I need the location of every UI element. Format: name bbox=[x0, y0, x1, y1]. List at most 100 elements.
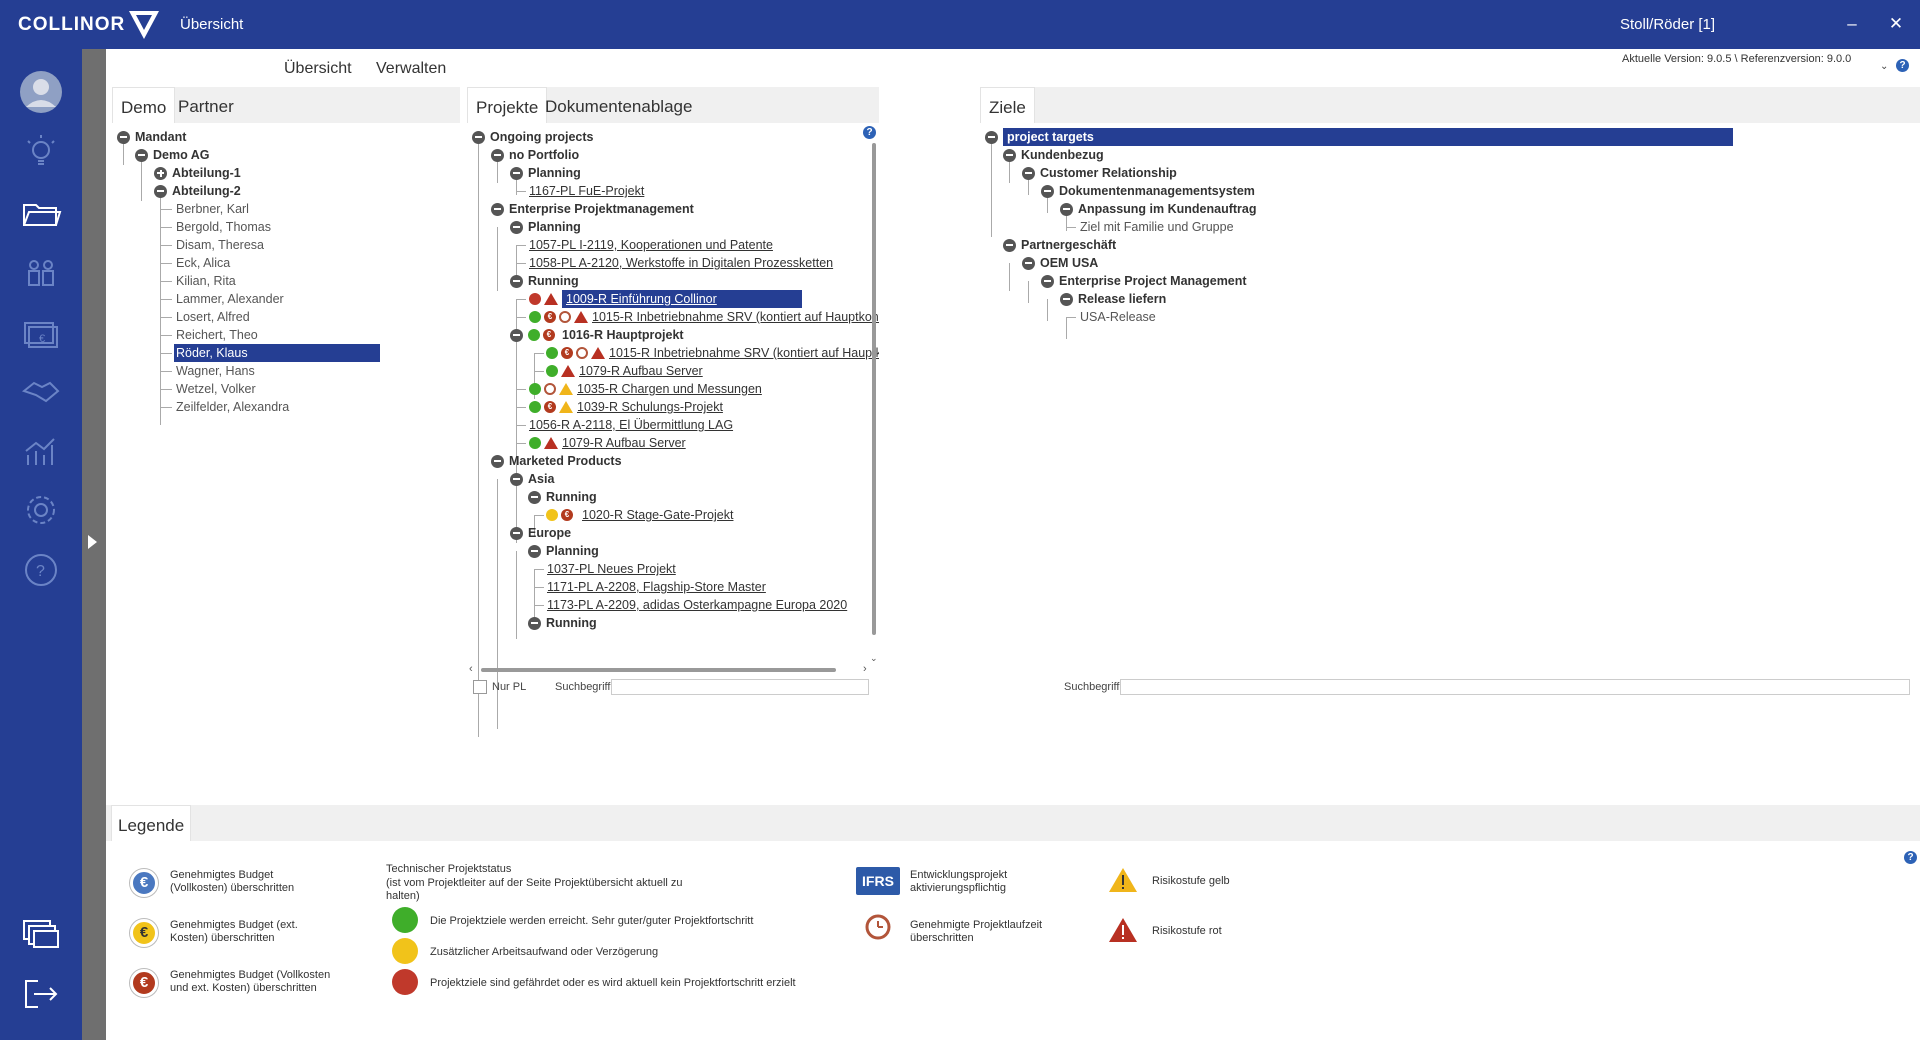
tree-node[interactable]: Abteilung-2 bbox=[154, 182, 241, 200]
project-row[interactable]: 1009-R Einführung Collinor bbox=[529, 290, 802, 308]
list-item[interactable]: Losert, Alfred bbox=[176, 308, 250, 326]
windows-icon[interactable] bbox=[20, 913, 62, 955]
tree-node[interactable]: €1016-R Hauptprojekt bbox=[510, 326, 684, 344]
chevron-down-icon[interactable]: ⌄ bbox=[1880, 61, 1888, 72]
tab-legende[interactable]: Legende bbox=[111, 805, 192, 841]
euro-yellow-icon: € bbox=[130, 919, 158, 947]
list-item[interactable]: Disam, Theresa bbox=[176, 236, 264, 254]
help-icon[interactable]: ? bbox=[20, 549, 62, 591]
project-row[interactable]: €1015-R Inbetriebnahme SRV (kontiert auf… bbox=[529, 308, 879, 326]
minimize-button[interactable]: – bbox=[1840, 12, 1864, 36]
status-green-dot bbox=[392, 907, 418, 933]
user-label[interactable]: Stoll/Röder [1] bbox=[1620, 16, 1715, 33]
list-item[interactable]: Berbner, Karl bbox=[176, 200, 249, 218]
folder-icon[interactable] bbox=[20, 193, 62, 235]
tree-node[interactable]: Asia bbox=[510, 470, 554, 488]
people-icon[interactable] bbox=[20, 253, 62, 295]
tab-projekte[interactable]: Projekte bbox=[467, 87, 548, 123]
project-link[interactable]: 1037-PL Neues Projekt bbox=[547, 560, 676, 578]
legend-text: Genehmigtes Budget (Vollkosten und ext. … bbox=[170, 969, 331, 994]
logout-icon[interactable] bbox=[20, 973, 62, 1015]
tree-node[interactable]: Customer Relationship bbox=[1022, 164, 1177, 182]
scroll-right-icon[interactable]: › bbox=[863, 663, 867, 675]
tree-node[interactable]: no Portfolio bbox=[491, 146, 579, 164]
tree-node[interactable]: Planning bbox=[510, 164, 581, 182]
menu-manage[interactable]: Verwalten bbox=[376, 60, 446, 78]
scroll-left-icon[interactable]: ‹ bbox=[469, 663, 473, 675]
tree-node[interactable]: Marketed Products bbox=[491, 452, 622, 470]
search-input[interactable] bbox=[611, 679, 869, 695]
tree-node[interactable]: Enterprise Projektmanagement bbox=[491, 200, 694, 218]
list-item[interactable]: Reichert, Theo bbox=[176, 326, 258, 344]
handshake-icon[interactable] bbox=[20, 371, 62, 413]
tree-node[interactable]: Kundenbezug bbox=[1003, 146, 1104, 164]
list-item[interactable]: USA-Release bbox=[1080, 308, 1156, 326]
tree-node[interactable]: Anpassung im Kundenauftrag bbox=[1060, 200, 1256, 218]
tree-node[interactable]: Partnergeschäft bbox=[1003, 236, 1116, 254]
tree-node[interactable]: Planning bbox=[528, 542, 599, 560]
project-row[interactable]: 1079-R Aufbau Server bbox=[529, 434, 686, 452]
vertical-scrollbar[interactable] bbox=[872, 143, 876, 635]
tree-node[interactable]: project targets bbox=[985, 128, 1733, 146]
list-item[interactable]: Zeilfelder, Alexandra bbox=[176, 398, 289, 416]
sidebar-collapse-strip[interactable] bbox=[82, 49, 106, 1040]
collinor-logo[interactable]: COLLINOR bbox=[18, 9, 161, 41]
project-link[interactable]: 1057-PL I-2119, Kooperationen und Patent… bbox=[529, 236, 773, 254]
project-link[interactable]: 1171-PL A-2208, Flagship-Store Master bbox=[547, 578, 766, 596]
project-row[interactable]: €1039-R Schulungs-Projekt bbox=[529, 398, 723, 416]
only-pl-checkbox[interactable] bbox=[473, 680, 487, 694]
project-link[interactable]: 1056-R A-2118, El Übermittlung LAG bbox=[529, 416, 733, 434]
help-icon[interactable]: ? bbox=[1904, 851, 1917, 864]
project-row[interactable]: €1015-R Inbetriebnahme SRV (kontiert auf… bbox=[546, 344, 879, 362]
tab-demo[interactable]: Demo bbox=[112, 87, 176, 123]
tree-node[interactable]: Running bbox=[528, 488, 597, 506]
tree-node[interactable]: Running bbox=[528, 614, 597, 632]
project-row[interactable]: 1079-R Aufbau Server bbox=[546, 362, 703, 380]
tree-node[interactable]: Release liefern bbox=[1060, 290, 1166, 308]
list-item[interactable]: Kilian, Rita bbox=[176, 272, 236, 290]
scroll-down-icon[interactable]: ⌄ bbox=[870, 653, 878, 664]
list-item[interactable]: Wetzel, Volker bbox=[176, 380, 256, 398]
project-link[interactable]: 1058-PL A-2120, Werkstoffe in Digitalen … bbox=[529, 254, 833, 272]
project-row[interactable]: €1020-R Stage-Gate-Projekt bbox=[546, 506, 733, 524]
tree-node[interactable]: Running bbox=[510, 272, 579, 290]
list-item-selected[interactable]: Röder, Klaus bbox=[174, 344, 380, 362]
legend-text: Genehmigte Projektlaufzeit überschritten bbox=[910, 919, 1043, 944]
project-row[interactable]: 1035-R Chargen und Messungen bbox=[529, 380, 762, 398]
risk-yellow-icon bbox=[1108, 867, 1138, 898]
tree-node[interactable]: Ongoing projects bbox=[472, 128, 593, 146]
help-icon[interactable]: ? bbox=[1896, 59, 1909, 72]
expand-arrow-icon[interactable] bbox=[88, 535, 97, 549]
gear-icon[interactable] bbox=[20, 489, 62, 531]
tree-node[interactable]: Abteilung-1 bbox=[154, 164, 241, 182]
tree-node[interactable]: Enterprise Project Management bbox=[1041, 272, 1247, 290]
list-item[interactable]: Bergold, Thomas bbox=[176, 218, 271, 236]
avatar[interactable] bbox=[20, 71, 62, 113]
targets-tree: project targets Kundenbezug Customer Rel… bbox=[980, 123, 1920, 797]
tree-node[interactable]: Mandant bbox=[117, 128, 186, 146]
lightbulb-icon[interactable] bbox=[20, 131, 62, 173]
tree-node[interactable]: Planning bbox=[510, 218, 581, 236]
tree-node[interactable]: Demo AG bbox=[135, 146, 210, 164]
list-item[interactable]: Lammer, Alexander bbox=[176, 290, 284, 308]
project-link[interactable]: 1173-PL A-2209, adidas Osterkampagne Eur… bbox=[547, 596, 847, 614]
list-item[interactable]: Eck, Alica bbox=[176, 254, 230, 272]
tree-node[interactable]: Dokumentenmanagementsystem bbox=[1041, 182, 1255, 200]
tab-dokumentenablage[interactable]: Dokumentenablage bbox=[537, 87, 700, 123]
tab-ziele[interactable]: Ziele bbox=[980, 87, 1035, 123]
list-item[interactable]: Wagner, Hans bbox=[176, 362, 255, 380]
horizontal-scrollbar[interactable] bbox=[481, 668, 836, 672]
money-icon[interactable]: € bbox=[20, 313, 62, 355]
tree-node[interactable]: OEM USA bbox=[1022, 254, 1098, 272]
help-icon[interactable]: ? bbox=[863, 126, 876, 139]
legend-text: Genehmigtes Budget (Vollkosten) überschr… bbox=[170, 869, 295, 894]
search-input[interactable] bbox=[1120, 679, 1910, 695]
chart-icon[interactable] bbox=[20, 431, 62, 473]
project-link[interactable]: 1167-PL FuE-Projekt bbox=[529, 182, 644, 200]
menu-overview[interactable]: Übersicht bbox=[284, 60, 352, 78]
list-item[interactable]: Ziel mit Familie und Gruppe bbox=[1080, 218, 1234, 236]
tab-partner[interactable]: Partner bbox=[170, 87, 242, 123]
close-button[interactable]: ✕ bbox=[1884, 12, 1908, 36]
tree-node[interactable]: Europe bbox=[510, 524, 571, 542]
app-window: COLLINOR Übersicht Stoll/Röder [1] – ✕ € bbox=[0, 0, 1920, 1040]
